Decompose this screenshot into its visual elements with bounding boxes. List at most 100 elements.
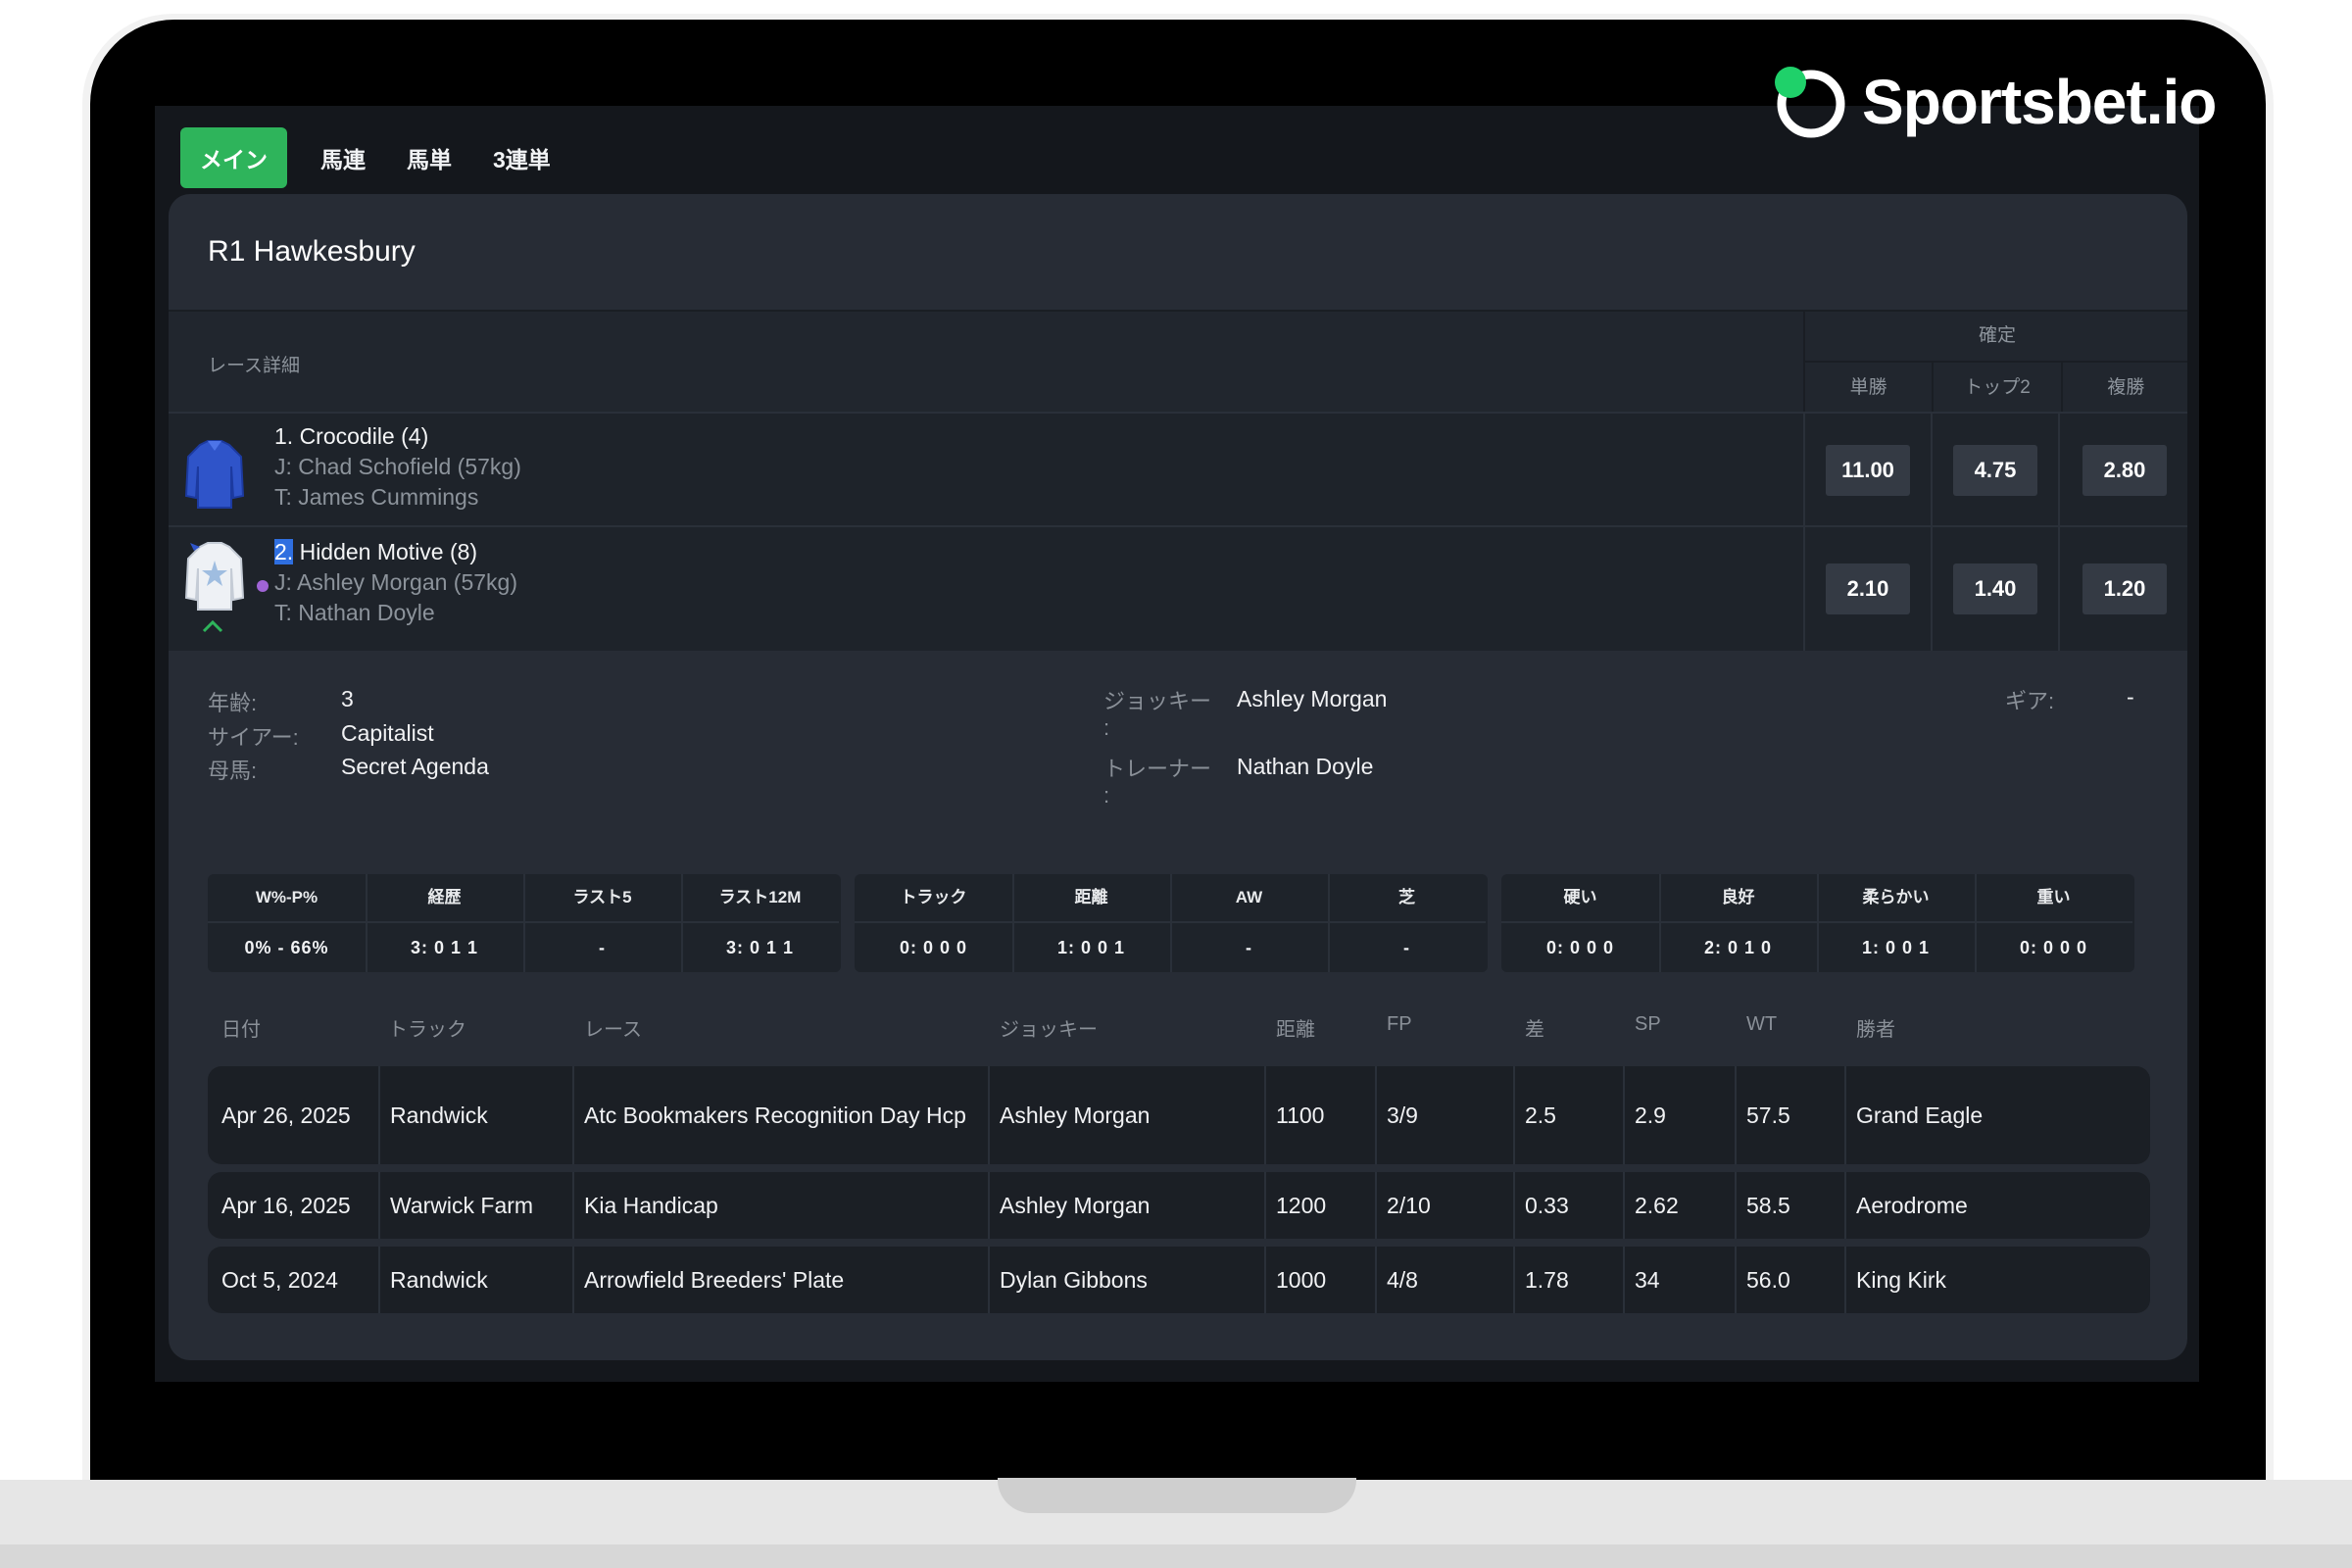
stat-header: 硬い — [1501, 874, 1659, 923]
stat-header: W%-P% — [208, 874, 366, 923]
history-date: Apr 16, 2025 — [221, 1192, 351, 1218]
history-distance: 1100 — [1264, 1066, 1375, 1164]
odds-group-label: 確定 — [1805, 312, 2187, 363]
odds-cell-win: 11.00 — [1803, 414, 1931, 527]
history-wt: 57.5 — [1735, 1066, 1844, 1164]
odds-cell-place: 2.80 — [2058, 414, 2187, 527]
race-title: R1 Hawkesbury — [208, 235, 416, 268]
stat-header: 重い — [1975, 874, 2132, 923]
history-header-winner: 勝者 — [1856, 1019, 1895, 1041]
gear-label: ギア: — [2005, 689, 2055, 713]
history-sp: 2.62 — [1623, 1172, 1735, 1239]
history-wt: 58.5 — [1735, 1172, 1844, 1239]
laptop-notch — [998, 1478, 1356, 1513]
stat-last12m: ラスト12M 3: 0 1 1 — [681, 874, 839, 972]
history-header-track: トラック — [388, 1019, 466, 1041]
history-jockey: Ashley Morgan — [988, 1172, 1264, 1239]
history-row[interactable]: Oct 5, 2024 Randwick Arrowfield Breeders… — [208, 1247, 2150, 1313]
runner-row[interactable]: 1. Crocodile (4) J: Chad Schofield (57kg… — [169, 412, 2187, 527]
history-race: Arrowfield Breeders' Plate — [572, 1247, 988, 1313]
history-distance: 1200 — [1264, 1172, 1375, 1239]
odds-header-win: 単勝 — [1805, 363, 1935, 414]
history-track: Randwick — [378, 1247, 572, 1313]
stat-value: 3: 0 1 1 — [725, 938, 795, 957]
race-panel: R1 Hawkesbury レース詳細 確定 単勝 トップ2 複勝 1. Cro… — [169, 194, 2187, 1360]
history-margin: 1.78 — [1513, 1247, 1623, 1313]
stat-value: - — [1403, 938, 1410, 957]
chevron-up-icon[interactable] — [202, 619, 223, 633]
stats-group-record: W%-P% 0% - 66% 経歴 3: 0 1 1 ラスト5 - ラスト12M 3: … — [208, 874, 841, 972]
trainer-label: トレーナー — [1103, 757, 1212, 781]
odds-header-top2: トップ2 — [1934, 363, 2063, 414]
history-margin: 2.5 — [1513, 1066, 1623, 1164]
history-sp: 2.9 — [1623, 1066, 1735, 1164]
stat-heavy: 重い 0: 0 0 0 — [1975, 874, 2132, 972]
stat-value: 0% - 66% — [244, 938, 329, 957]
stat-header: 良好 — [1659, 874, 1817, 923]
stat-header: AW — [1170, 874, 1328, 923]
sire-label: サイアー: — [208, 725, 299, 750]
stat-header: 距離 — [1012, 874, 1170, 923]
stat-soft: 柔らかい 1: 0 0 1 — [1817, 874, 1977, 972]
runner-name: Hidden Motive (8) — [293, 539, 478, 564]
history-winner: Aerodrome — [1844, 1172, 2138, 1239]
age-value: 3 — [341, 686, 354, 711]
odds-cell-top2: 1.40 — [1931, 527, 2058, 651]
brand-logo: Sportsbet.io — [1772, 65, 2217, 139]
runner-trainer: T: Nathan Doyle — [274, 600, 435, 625]
history-row[interactable]: Apr 16, 2025 Warwick Farm Kia Handicap A… — [208, 1172, 2150, 1239]
tab-trifecta[interactable]: 3連単 — [485, 127, 559, 188]
runner-jockey: J: Ashley Morgan (57kg) — [274, 569, 518, 595]
stat-value: 3: 0 1 1 — [410, 938, 479, 957]
history-header-sp: SP — [1635, 1013, 1661, 1035]
stat-value: 1: 0 0 1 — [1056, 938, 1126, 957]
history-row[interactable]: Apr 26, 2025 Randwick Atc Bookmakers Rec… — [208, 1066, 2150, 1164]
odds-button-win[interactable]: 11.00 — [1826, 445, 1910, 496]
history-winner: Grand Eagle — [1844, 1066, 2138, 1164]
runner-jockey: J: Chad Schofield (57kg) — [274, 454, 521, 479]
runner-name: 1. Crocodile (4) — [274, 423, 429, 449]
age-label: 年齢: — [208, 691, 258, 715]
stat-value: 0: 0 0 0 — [2019, 938, 2088, 957]
trainer-label-colon: : — [1103, 783, 1110, 808]
bet-type-tabs: メイン 馬連 馬単 3連単 — [180, 127, 559, 188]
history-jockey: Ashley Morgan — [988, 1066, 1264, 1164]
odds-button-top2[interactable]: 1.40 — [1953, 564, 2037, 614]
history-header-distance: 距離 — [1276, 1019, 1315, 1041]
stat-career: 経歴 3: 0 1 1 — [366, 874, 525, 972]
history-race: Atc Bookmakers Recognition Day Hcp — [572, 1066, 988, 1164]
stat-aw: AW - — [1170, 874, 1330, 972]
odds-button-win[interactable]: 2.10 — [1826, 564, 1910, 614]
stat-header: 柔らかい — [1817, 874, 1975, 923]
history-winner: King Kirk — [1844, 1247, 2138, 1313]
stat-value: - — [599, 938, 606, 957]
history-fp: 2/10 — [1375, 1172, 1513, 1239]
history-header-margin: 差 — [1525, 1019, 1544, 1041]
tab-quinella[interactable]: 馬連 — [313, 127, 373, 188]
odds-button-place[interactable]: 1.20 — [2082, 564, 2167, 614]
tab-main[interactable]: メイン — [180, 127, 287, 188]
odds-button-top2[interactable]: 4.75 — [1953, 445, 2037, 496]
history-jockey: Dylan Gibbons — [988, 1247, 1264, 1313]
odds-button-place[interactable]: 2.80 — [2082, 445, 2167, 496]
jockey-label: ジョッキー — [1103, 689, 1212, 713]
stat-good: 良好 2: 0 1 0 — [1659, 874, 1819, 972]
dam-value: Secret Agenda — [341, 754, 489, 779]
stat-value: 1: 0 0 1 — [1861, 938, 1931, 957]
runners-header: レース詳細 確定 単勝 トップ2 複勝 — [169, 310, 2187, 414]
history-track: Warwick Farm — [378, 1172, 572, 1239]
stat-header: トラック — [855, 874, 1012, 923]
stat-header: 芝 — [1328, 874, 1486, 923]
history-track: Randwick — [378, 1066, 572, 1164]
jockey-label-colon: : — [1103, 715, 1110, 740]
history-date: Oct 5, 2024 — [221, 1266, 338, 1293]
runner-row[interactable]: 2. Hidden Motive (8) J: Ashley Morgan (5… — [169, 525, 2187, 651]
stat-value: 0: 0 0 0 — [899, 938, 968, 957]
history-wt: 56.0 — [1735, 1247, 1844, 1313]
app-screen: メイン 馬連 馬単 3連単 R1 Hawkesbury レース詳細 確定 単勝 … — [155, 106, 2199, 1382]
runner-name-line: 2. Hidden Motive (8) — [274, 539, 477, 565]
jockey-silk-icon — [184, 542, 245, 611]
gear-value: - — [2127, 684, 2134, 710]
tab-exacta[interactable]: 馬単 — [399, 127, 460, 188]
history-header-date: 日付 — [221, 1019, 261, 1041]
